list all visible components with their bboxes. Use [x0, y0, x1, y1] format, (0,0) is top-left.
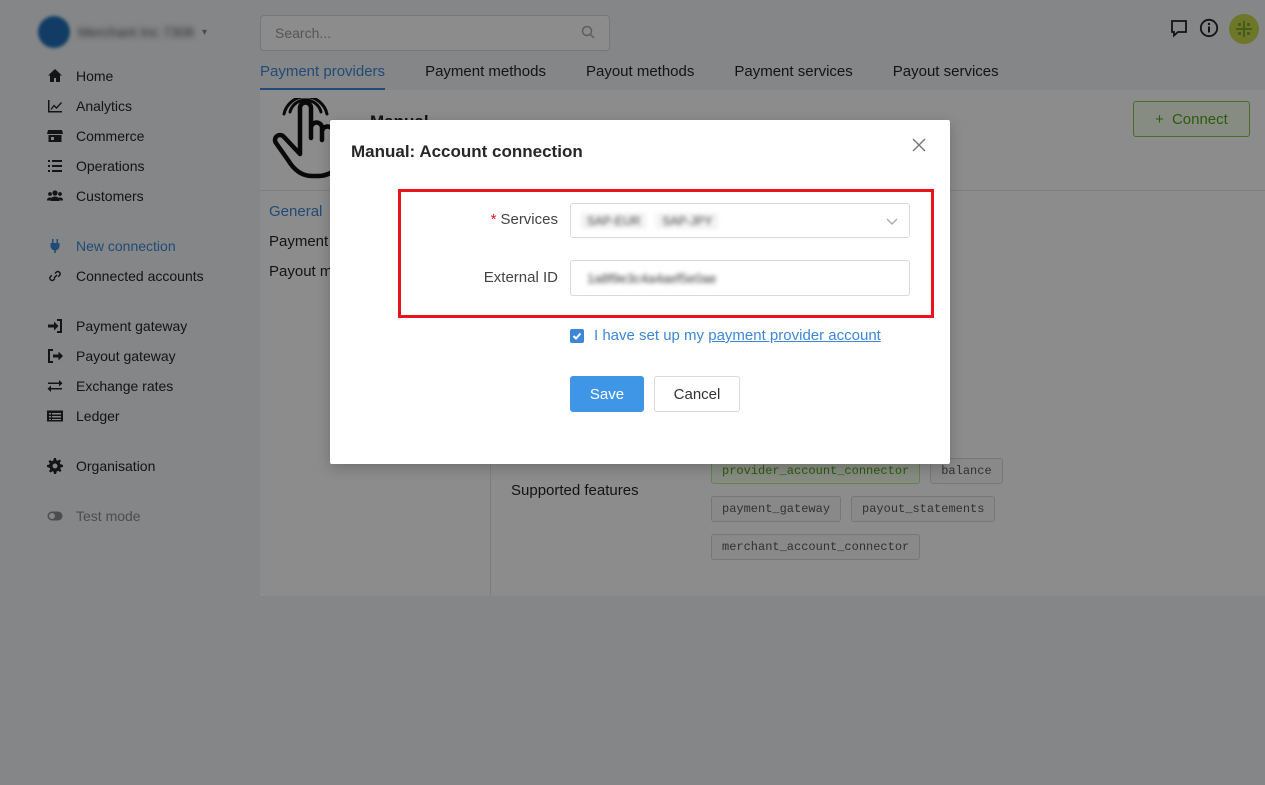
- confirm-text: I have set up my payment provider accoun…: [594, 327, 881, 344]
- service-chip: SAP-JPY: [656, 212, 719, 229]
- external-id-value: 1a8f9e3c4a4aef5e0ae: [587, 270, 717, 286]
- confirm-checkbox[interactable]: [570, 328, 584, 343]
- modal-title: Manual: Account connection: [351, 142, 583, 161]
- external-id-input[interactable]: 1a8f9e3c4a4aef5e0ae: [570, 260, 910, 296]
- close-icon[interactable]: [912, 138, 932, 158]
- chevron-down-icon: [885, 214, 899, 231]
- account-connection-modal: Manual: Account connection * Services SAP…: [330, 120, 950, 464]
- save-button[interactable]: Save: [570, 376, 644, 412]
- services-label: * Services: [490, 211, 558, 228]
- service-chip: SAP-EUR: [581, 212, 647, 229]
- confirm-row: I have set up my payment provider accoun…: [570, 327, 881, 344]
- payment-provider-account-link[interactable]: payment provider account: [708, 327, 881, 344]
- cancel-button[interactable]: Cancel: [654, 376, 740, 412]
- external-id-label: External ID: [483, 269, 558, 286]
- services-select[interactable]: SAP-EUR SAP-JPY: [570, 203, 910, 238]
